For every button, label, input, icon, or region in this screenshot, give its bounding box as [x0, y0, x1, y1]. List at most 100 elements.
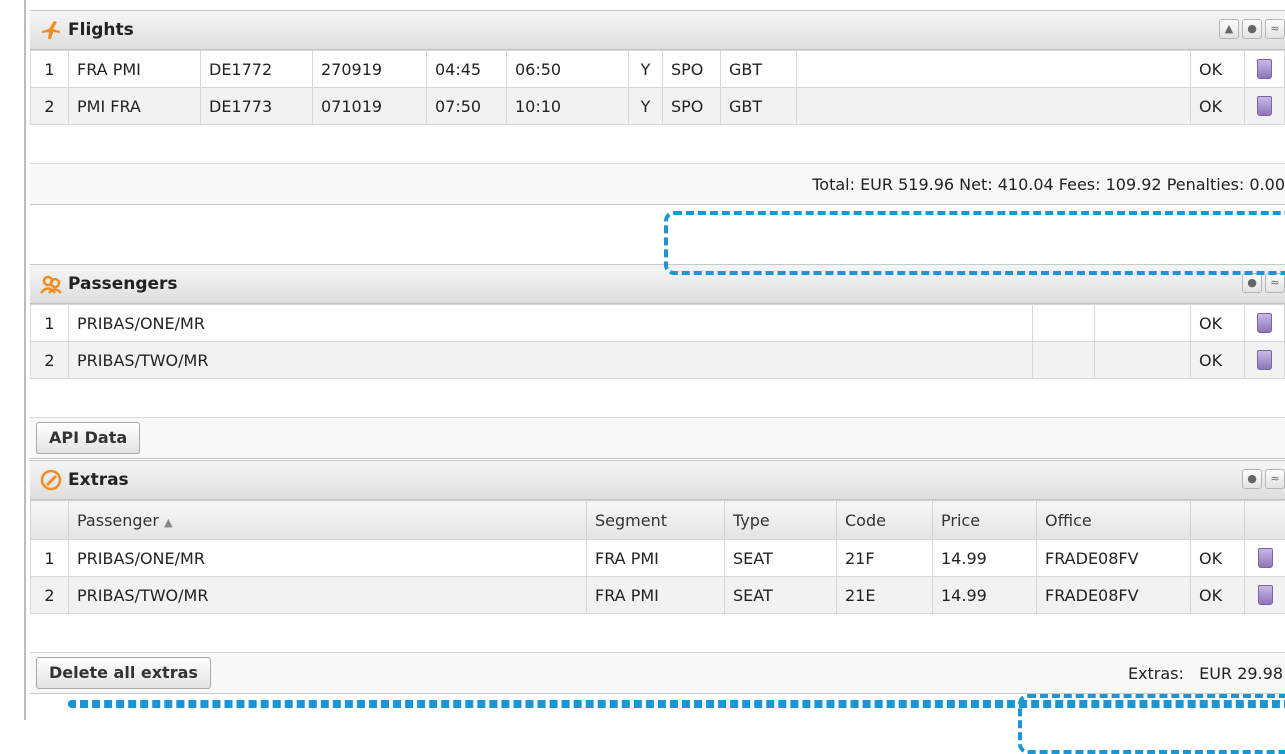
- column-segment[interactable]: Segment: [587, 501, 725, 540]
- empty-cell: [797, 51, 1191, 88]
- passengers-button-bar: API Data: [30, 418, 1285, 459]
- trash-icon[interactable]: [1257, 96, 1272, 116]
- delete-cell[interactable]: [1245, 342, 1285, 379]
- status-cell: OK: [1191, 305, 1245, 342]
- row-number: 2: [31, 342, 69, 379]
- row-number: 1: [31, 540, 69, 577]
- delete-cell[interactable]: [1245, 51, 1285, 88]
- column-office[interactable]: Office: [1037, 501, 1191, 540]
- status-cell: OK: [1191, 342, 1245, 379]
- table-row[interactable]: 1 PRIBAS/ONE/MR OK: [31, 305, 1285, 342]
- flights-filler: [30, 125, 1285, 164]
- passengers-filler: [30, 379, 1285, 418]
- column-passenger[interactable]: Passenger ▲: [69, 501, 587, 540]
- column-passenger-label: Passenger: [77, 511, 159, 530]
- table-row[interactable]: 1 PRIBAS/ONE/MR FRA PMI SEAT 21F 14.99 F…: [31, 540, 1285, 577]
- code-cell: 21F: [837, 540, 933, 577]
- minimize-icon[interactable]: ≈: [1265, 469, 1285, 489]
- extras-total-value: EUR 29.98: [1199, 664, 1283, 683]
- flights-header: Flights ▲ ● ≈: [30, 10, 1285, 50]
- delete-all-extras-button[interactable]: Delete all extras: [36, 657, 211, 689]
- extras-total: Extras: EUR 29.98: [1128, 664, 1283, 683]
- row-number: 1: [31, 51, 69, 88]
- passengers-panel: Passengers ● ≈ 1 PRIBAS/ONE/MR OK 2 PRIB…: [30, 264, 1285, 459]
- table-row[interactable]: 1 FRA PMI DE1772 270919 04:45 06:50 Y SP…: [31, 51, 1285, 88]
- passenger-cell: PRIBAS/TWO/MR: [69, 577, 587, 614]
- empty-header: [31, 501, 69, 540]
- passenger-name: PRIBAS/ONE/MR: [69, 305, 1033, 342]
- route-cell: FRA PMI: [69, 51, 201, 88]
- empty-cell: [1033, 305, 1095, 342]
- class-cell: Y: [629, 88, 663, 125]
- passengers-table: 1 PRIBAS/ONE/MR OK 2 PRIBAS/TWO/MR OK: [30, 304, 1285, 379]
- flights-total: Total: EUR 519.96 Net: 410.04 Fees: 109.…: [812, 175, 1285, 194]
- column-code[interactable]: Code: [837, 501, 933, 540]
- sort-asc-icon: ▲: [164, 516, 172, 529]
- empty-header: [1245, 501, 1285, 540]
- departure-cell: 04:45: [427, 51, 507, 88]
- arrival-cell: 10:10: [507, 88, 629, 125]
- passenger-name: PRIBAS/TWO/MR: [69, 342, 1033, 379]
- date-cell: 071019: [313, 88, 427, 125]
- table-row[interactable]: 2 PMI FRA DE1773 071019 07:50 10:10 Y SP…: [31, 88, 1285, 125]
- extras-header: Extras ● ≈: [30, 460, 1285, 500]
- flight-cell: DE1772: [201, 51, 313, 88]
- table-row[interactable]: 2 PRIBAS/TWO/MR OK: [31, 342, 1285, 379]
- empty-header: [1191, 501, 1245, 540]
- settings-dot-icon[interactable]: ●: [1242, 469, 1262, 489]
- passengers-header-buttons: ● ≈: [1242, 273, 1285, 293]
- empty-cell: [1033, 342, 1095, 379]
- extras-panel: Extras ● ≈ Passenger ▲ Segment Type Code…: [30, 460, 1285, 694]
- trash-icon[interactable]: [1258, 585, 1273, 605]
- status-cell: OK: [1191, 540, 1245, 577]
- trash-icon[interactable]: [1258, 548, 1273, 568]
- arrival-cell: 06:50: [507, 51, 629, 88]
- extras-table: Passenger ▲ Segment Type Code Price Offi…: [30, 500, 1285, 614]
- type-cell: SEAT: [725, 540, 837, 577]
- delete-cell[interactable]: [1245, 577, 1285, 614]
- row-number: 2: [31, 577, 69, 614]
- highlight-extras-total: [1018, 694, 1285, 754]
- delete-cell[interactable]: [1245, 305, 1285, 342]
- code2-cell: GBT: [721, 51, 797, 88]
- extras-title: Extras: [68, 470, 129, 490]
- code2-cell: GBT: [721, 88, 797, 125]
- flights-panel: Flights ▲ ● ≈ 1 FRA PMI DE1772 270919 04…: [30, 10, 1285, 205]
- trash-icon[interactable]: [1257, 313, 1272, 333]
- settings-dot-icon[interactable]: ●: [1242, 19, 1262, 39]
- trash-icon[interactable]: [1257, 59, 1272, 79]
- date-cell: 270919: [313, 51, 427, 88]
- flights-title: Flights: [68, 20, 134, 40]
- status-cell: OK: [1191, 88, 1245, 125]
- flights-table: 1 FRA PMI DE1772 270919 04:45 06:50 Y SP…: [30, 50, 1285, 125]
- trash-icon[interactable]: [1257, 350, 1272, 370]
- minimize-icon[interactable]: ≈: [1265, 19, 1285, 39]
- extras-total-label: Extras:: [1128, 664, 1184, 683]
- extras-filler: [30, 614, 1285, 653]
- minimize-icon[interactable]: ≈: [1265, 273, 1285, 293]
- price-cell: 14.99: [933, 577, 1037, 614]
- status-cell: OK: [1191, 577, 1245, 614]
- price-cell: 14.99: [933, 540, 1037, 577]
- column-type[interactable]: Type: [725, 501, 837, 540]
- office-cell: FRADE08FV: [1037, 540, 1191, 577]
- flights-header-buttons: ▲ ● ≈: [1219, 19, 1285, 39]
- flights-total-bar: Total: EUR 519.96 Net: 410.04 Fees: 109.…: [30, 164, 1285, 205]
- delete-cell[interactable]: [1245, 540, 1285, 577]
- row-number: 2: [31, 88, 69, 125]
- extras-header-row: Passenger ▲ Segment Type Code Price Offi…: [31, 501, 1285, 540]
- settings-dot-icon[interactable]: ●: [1242, 273, 1262, 293]
- code-cell: 21E: [837, 577, 933, 614]
- passengers-title: Passengers: [68, 274, 178, 294]
- row-number: 1: [31, 305, 69, 342]
- code1-cell: SPO: [663, 88, 721, 125]
- segment-cell: FRA PMI: [587, 577, 725, 614]
- api-data-button[interactable]: API Data: [36, 422, 140, 454]
- status-cell: OK: [1191, 51, 1245, 88]
- collapse-up-icon[interactable]: ▲: [1219, 19, 1239, 39]
- highlight-total: [664, 211, 1285, 275]
- delete-cell[interactable]: [1245, 88, 1285, 125]
- code1-cell: SPO: [663, 51, 721, 88]
- column-price[interactable]: Price: [933, 501, 1037, 540]
- table-row[interactable]: 2 PRIBAS/TWO/MR FRA PMI SEAT 21E 14.99 F…: [31, 577, 1285, 614]
